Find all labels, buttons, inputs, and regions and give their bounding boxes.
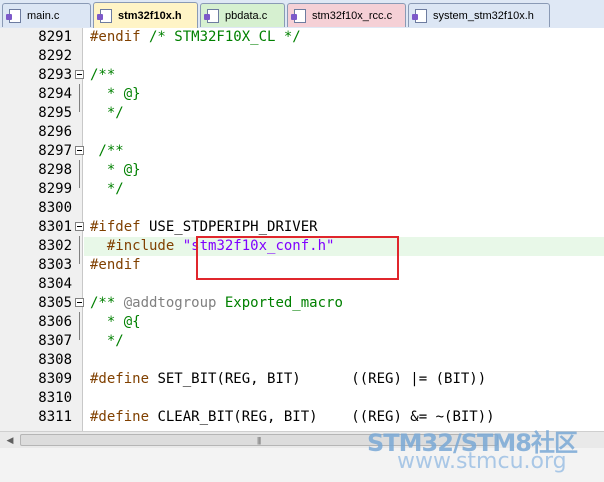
line-number: 8302 — [38, 238, 72, 254]
code-line: 8299 */ — [0, 180, 604, 199]
code-line: 8296 — [0, 123, 604, 142]
line-number: 8306 — [38, 314, 72, 330]
code-line: 8292 — [0, 47, 604, 66]
line-text[interactable]: /** @addtogroup Exported_macro — [84, 294, 604, 313]
line-number: 8297 — [38, 143, 72, 159]
scrollbar-thumb[interactable]: ||| — [20, 434, 498, 446]
line-text[interactable] — [84, 351, 604, 370]
line-text[interactable] — [84, 199, 604, 218]
line-text[interactable]: */ — [84, 332, 604, 351]
code-line: 8311 #define CLEAR_BIT(REG, BIT) ((REG) … — [0, 408, 604, 427]
grip-icon: ||| — [257, 436, 261, 445]
line-number: 8295 — [38, 105, 72, 121]
tab-bar: main.c stm32f10x.h pbdata.c stm32f10x_rc… — [0, 0, 604, 29]
c-file-icon — [6, 8, 21, 23]
line-number: 8299 — [38, 181, 72, 197]
line-number: 8308 — [38, 352, 72, 368]
line-number: 8301 — [38, 219, 72, 235]
line-number: 8310 — [38, 390, 72, 406]
code-line: 8306 * @{ — [0, 313, 604, 332]
tab-stm32f10x-rcc-c[interactable]: stm32f10x_rcc.c — [287, 3, 406, 27]
line-text[interactable]: #ifdef USE_STDPERIPH_DRIVER — [84, 218, 604, 237]
code-editor[interactable]: 8291 #endif /* STM32F10X_CL */ 8292 8293… — [0, 28, 604, 431]
line-text[interactable]: #define CLEAR_BIT(REG, BIT) ((REG) &= ~(… — [84, 408, 604, 427]
line-number: 8292 — [38, 48, 72, 64]
code-line: 8310 — [0, 389, 604, 408]
c-file-icon — [291, 8, 306, 23]
fold-line — [79, 236, 80, 264]
fold-line — [79, 84, 80, 112]
line-text[interactable]: * @{ — [84, 313, 604, 332]
tab-pbdata-c[interactable]: pbdata.c — [200, 3, 285, 27]
fold-toggle-icon[interactable] — [75, 222, 84, 231]
tab-label: main.c — [27, 9, 60, 22]
line-number: 8307 — [38, 333, 72, 349]
tab-label: pbdata.c — [225, 9, 268, 22]
code-line: 8307 */ — [0, 332, 604, 351]
line-text[interactable]: #define SET_BIT(REG, BIT) ((REG) |= (BIT… — [84, 370, 604, 389]
line-text[interactable]: /** — [84, 142, 604, 161]
tab-label: system_stm32f10x.h — [433, 9, 534, 22]
line-text[interactable] — [84, 123, 604, 142]
code-line: 8294 * @} — [0, 85, 604, 104]
line-text[interactable]: #endif /* STM32F10X_CL */ — [84, 28, 604, 47]
code-line: 8308 — [0, 351, 604, 370]
status-area — [0, 448, 604, 482]
code-line: 8301 #ifdef USE_STDPERIPH_DRIVER — [0, 218, 604, 237]
horizontal-scrollbar[interactable]: ◀ ||| — [0, 431, 604, 449]
line-text[interactable]: */ — [84, 180, 604, 199]
line-number: 8298 — [38, 162, 72, 178]
fold-toggle-icon[interactable] — [75, 298, 84, 307]
code-line: 8300 — [0, 199, 604, 218]
line-number: 8300 — [38, 200, 72, 216]
fold-toggle-icon[interactable] — [75, 70, 84, 79]
highlight-box — [196, 236, 399, 280]
tab-label: stm32f10x_rcc.c — [312, 9, 393, 22]
line-number: 8293 — [38, 67, 72, 83]
header-file-icon — [412, 8, 427, 23]
header-file-icon — [97, 8, 112, 23]
line-text[interactable] — [84, 47, 604, 66]
tab-system-stm32f10x-h[interactable]: system_stm32f10x.h — [408, 3, 550, 27]
line-text[interactable]: * @} — [84, 85, 604, 104]
code-line: 8309 #define SET_BIT(REG, BIT) ((REG) |=… — [0, 370, 604, 389]
line-text[interactable]: * @} — [84, 161, 604, 180]
line-number: 8309 — [38, 371, 72, 387]
line-text[interactable]: */ — [84, 104, 604, 123]
line-number: 8296 — [38, 124, 72, 140]
line-text[interactable] — [84, 389, 604, 408]
tab-main-c[interactable]: main.c — [2, 3, 91, 27]
line-number: 8291 — [38, 29, 72, 45]
scroll-left-icon[interactable]: ◀ — [3, 434, 17, 447]
line-number: 8304 — [38, 276, 72, 292]
tab-stm32f10x-h[interactable]: stm32f10x.h — [93, 2, 198, 28]
line-text[interactable]: /** — [84, 66, 604, 85]
fold-line — [79, 160, 80, 188]
line-number: 8303 — [38, 257, 72, 273]
code-line: 8291 #endif /* STM32F10X_CL */ — [0, 28, 604, 47]
fold-toggle-icon[interactable] — [75, 146, 84, 155]
tab-label: stm32f10x.h — [118, 9, 182, 22]
line-number: 8311 — [38, 409, 72, 425]
code-line: 8298 * @} — [0, 161, 604, 180]
code-line: 8295 */ — [0, 104, 604, 123]
code-line: 8297 /** — [0, 142, 604, 161]
code-line: 8305 /** @addtogroup Exported_macro — [0, 294, 604, 313]
line-number: 8294 — [38, 86, 72, 102]
fold-line — [79, 312, 80, 340]
code-line: 8293 /** — [0, 66, 604, 85]
line-number: 8305 — [38, 295, 72, 311]
c-file-icon — [204, 8, 219, 23]
